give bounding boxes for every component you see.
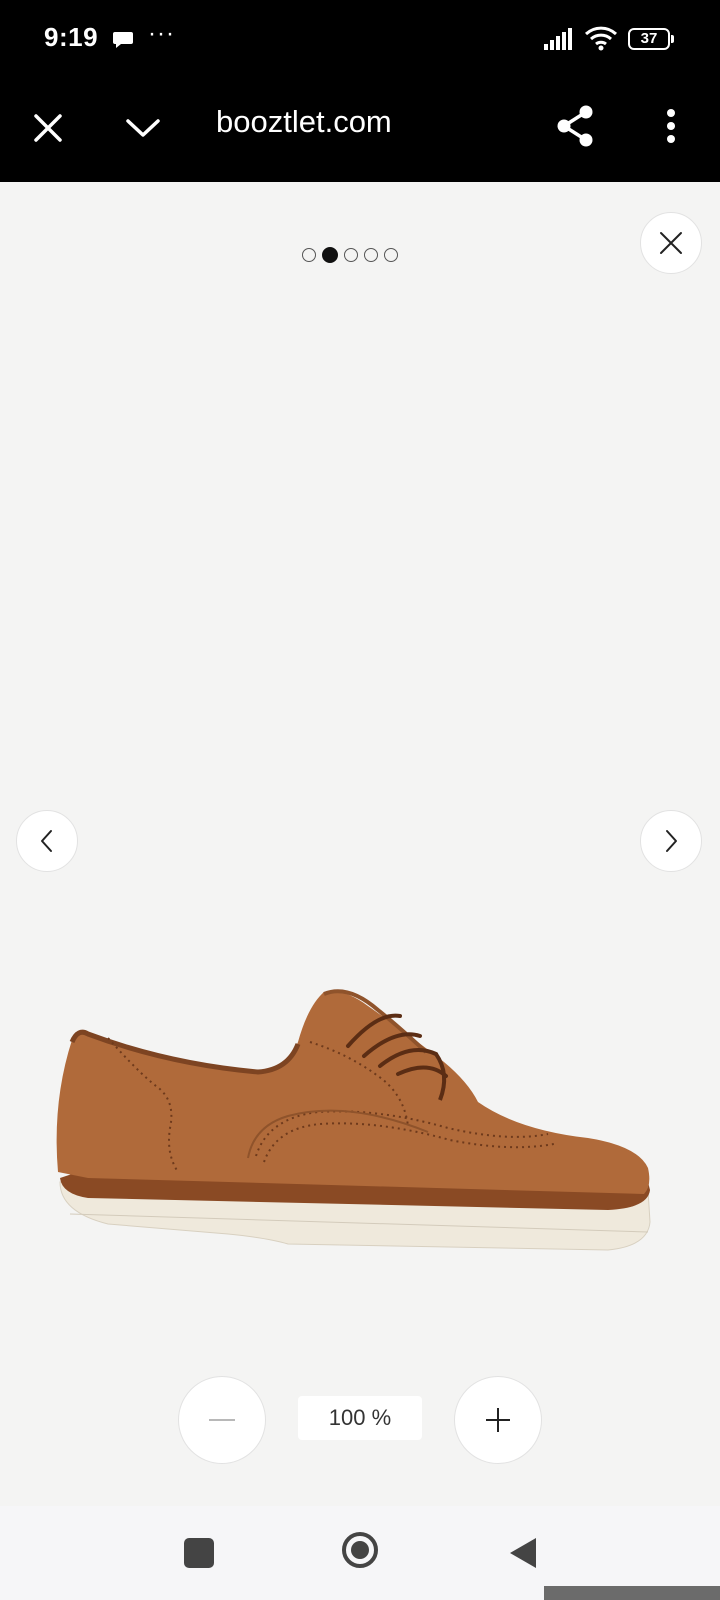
status-time: 9:19 [44,22,99,52]
browser-toolbar: booztlet.com [0,78,720,182]
status-bar: 9:19 ··· 37 [0,0,720,78]
pagination-dot[interactable] [384,248,398,262]
plus-icon [486,1408,510,1432]
back-icon[interactable] [508,1536,538,1570]
chevron-down-icon[interactable] [122,108,164,148]
more-notifications-icon: ··· [148,20,175,47]
zoom-level: 100 % [298,1396,422,1440]
recents-icon[interactable] [184,1538,214,1568]
chevron-left-icon [41,830,52,852]
home-icon[interactable] [340,1530,380,1570]
product-image[interactable] [48,982,676,1272]
close-viewer-button[interactable] [640,212,702,274]
system-navigation-bar [0,1506,720,1600]
more-vertical-icon[interactable] [658,104,684,152]
zoom-in-button[interactable] [454,1376,542,1464]
signal-icon [544,28,576,55]
pagination-dot[interactable] [344,248,358,262]
share-icon[interactable] [554,102,596,150]
close-icon [660,232,682,254]
image-viewer: 100 % [0,182,720,1506]
pagination-dot[interactable] [364,248,378,262]
gesture-strip [0,1586,720,1600]
minus-icon [209,1419,235,1421]
pagination-dot[interactable] [322,247,338,263]
next-image-button[interactable] [640,810,702,872]
chevron-right-icon [666,830,677,852]
wifi-icon [584,25,618,56]
chat-bubble-icon [112,30,134,55]
previous-image-button[interactable] [16,810,78,872]
zoom-out-button[interactable] [178,1376,266,1464]
url-text[interactable]: booztlet.com [216,104,392,140]
battery-icon: 37 [628,28,674,50]
pagination-dot[interactable] [302,248,316,262]
pagination-dots [302,247,398,263]
close-icon[interactable] [28,108,68,148]
